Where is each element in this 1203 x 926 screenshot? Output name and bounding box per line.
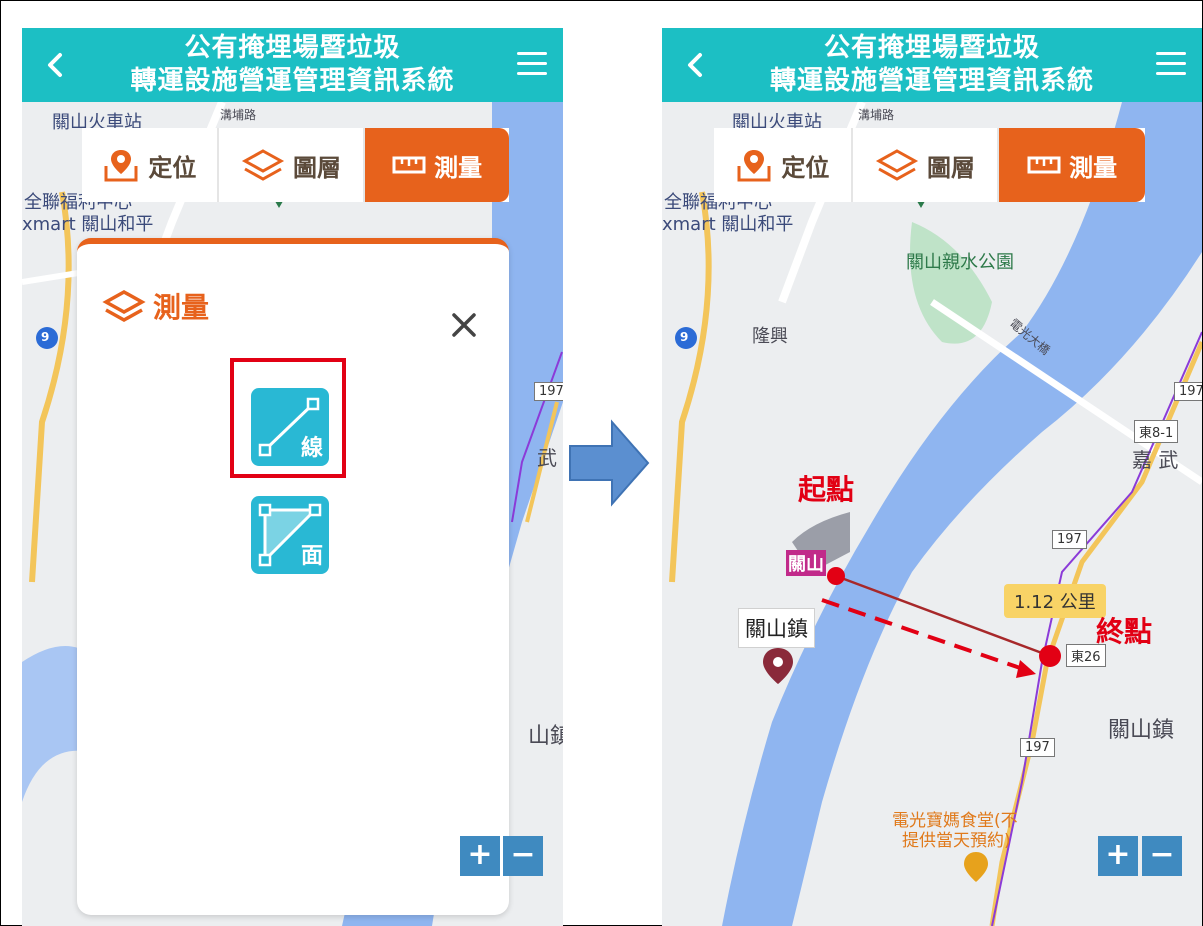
- map-label-town: 山鎮: [528, 724, 563, 749]
- app-title-line2: 轉運設施營運管理資訊系統: [769, 66, 1094, 96]
- map-toolbar: 定位 圖層 測量: [714, 128, 1145, 202]
- app-header: 公有掩埋場暨垃圾 轉運設施營運管理資訊系統: [662, 28, 1202, 102]
- locate-button[interactable]: 定位: [714, 128, 851, 202]
- map-label-restaurant-line2: 提供當天預約): [902, 831, 1011, 851]
- map-label-town: 關山鎮: [1108, 718, 1175, 743]
- map-road-197: 197: [534, 382, 563, 401]
- app-header: 公有掩埋場暨垃圾 轉運設施營運管理資訊系統: [22, 28, 563, 102]
- map-label-store-line2: xmart 關山和平: [662, 214, 794, 235]
- map-label-wu: 武: [537, 446, 557, 470]
- layers-icon: [102, 289, 146, 323]
- layers-icon: [241, 149, 285, 181]
- end-point-annotation: 終點: [1096, 615, 1153, 648]
- zoom-in-button[interactable]: +: [460, 836, 500, 876]
- measure-panel: 測量 線 面: [77, 238, 509, 915]
- map-label-street: 溝埔路: [858, 108, 895, 122]
- zoom-in-button[interactable]: +: [1098, 836, 1138, 876]
- layers-label: 圖層: [927, 153, 976, 182]
- measure-tab-active[interactable]: 測量: [363, 128, 509, 202]
- route-9-shield: 9: [680, 330, 689, 344]
- map-label-store-line2: xmart 關山和平: [22, 214, 154, 235]
- layers-button[interactable]: 圖層: [850, 128, 998, 202]
- back-icon[interactable]: [40, 48, 70, 82]
- map-toolbar: 定位 圖層 測量: [82, 128, 509, 202]
- map-label-park: 關山親水公園: [906, 252, 1014, 273]
- distance-badge: 1.12 公里: [1004, 584, 1106, 618]
- transition-arrow-icon: [569, 419, 650, 507]
- zoom-out-button[interactable]: −: [1142, 836, 1182, 876]
- close-icon[interactable]: [449, 310, 479, 340]
- map-label-street: 溝埔路: [220, 108, 257, 122]
- locate-label: 定位: [781, 153, 830, 182]
- app-title-line2: 轉運設施營運管理資訊系統: [130, 66, 455, 96]
- map-road-197b: 197: [1052, 530, 1087, 549]
- locate-icon: [737, 150, 771, 182]
- app-title: 公有掩埋場暨垃圾 轉運設施營運管理資訊系統: [732, 32, 1132, 98]
- locate-button[interactable]: 定位: [82, 128, 217, 202]
- layers-button[interactable]: 圖層: [216, 128, 364, 202]
- app-title: 公有掩埋場暨垃圾 轉運設施營運管理資訊系統: [92, 32, 493, 98]
- map-chip-guanshan: 關山: [786, 550, 826, 576]
- map-road-e81: 東8-1: [1134, 420, 1179, 443]
- ruler-icon: [392, 156, 426, 174]
- highlight-box: [230, 358, 346, 478]
- town-pin-label: 關山鎮: [738, 608, 815, 648]
- map-label-jiawu: 嘉 武: [1132, 448, 1179, 472]
- start-point-annotation: 起點: [798, 473, 855, 506]
- measure-label: 測量: [434, 153, 483, 182]
- hamburger-menu-icon[interactable]: [517, 52, 547, 78]
- measure-panel-title-text: 測量: [153, 291, 210, 324]
- measure-panel-title: 測量: [101, 286, 209, 326]
- map-road-197a: 197: [1174, 382, 1202, 401]
- locate-label: 定位: [148, 153, 197, 182]
- zoom-out-button[interactable]: −: [503, 836, 543, 876]
- layers-label: 圖層: [293, 153, 342, 182]
- layers-icon: [875, 149, 919, 181]
- route-9-shield: 9: [41, 330, 50, 344]
- map-label-longxing: 隆興: [752, 326, 788, 347]
- map-road-197c: 197: [1020, 738, 1055, 757]
- locate-icon: [104, 150, 138, 182]
- hamburger-menu-icon[interactable]: [1156, 52, 1186, 78]
- measure-area-button[interactable]: 面: [251, 496, 329, 574]
- app-title-line1: 公有掩埋場暨垃圾: [184, 33, 401, 63]
- measure-tab-active[interactable]: 測量: [997, 128, 1145, 202]
- app-title-line1: 公有掩埋場暨垃圾: [823, 33, 1040, 63]
- measure-label: 測量: [1069, 153, 1118, 182]
- right-screenshot: 公有掩埋場暨垃圾 轉運設施營運管理資訊系統 關山火車站 溝埔路 全聯福利中心 x…: [662, 28, 1202, 926]
- map-view[interactable]: 關山火車站 溝埔路 全聯福利中心 xmart 關山和平 關山親水公園 隆興 電光…: [662, 102, 1202, 926]
- back-icon[interactable]: [680, 48, 710, 82]
- ruler-icon: [1027, 156, 1061, 174]
- measure-area-label: 面: [300, 544, 323, 569]
